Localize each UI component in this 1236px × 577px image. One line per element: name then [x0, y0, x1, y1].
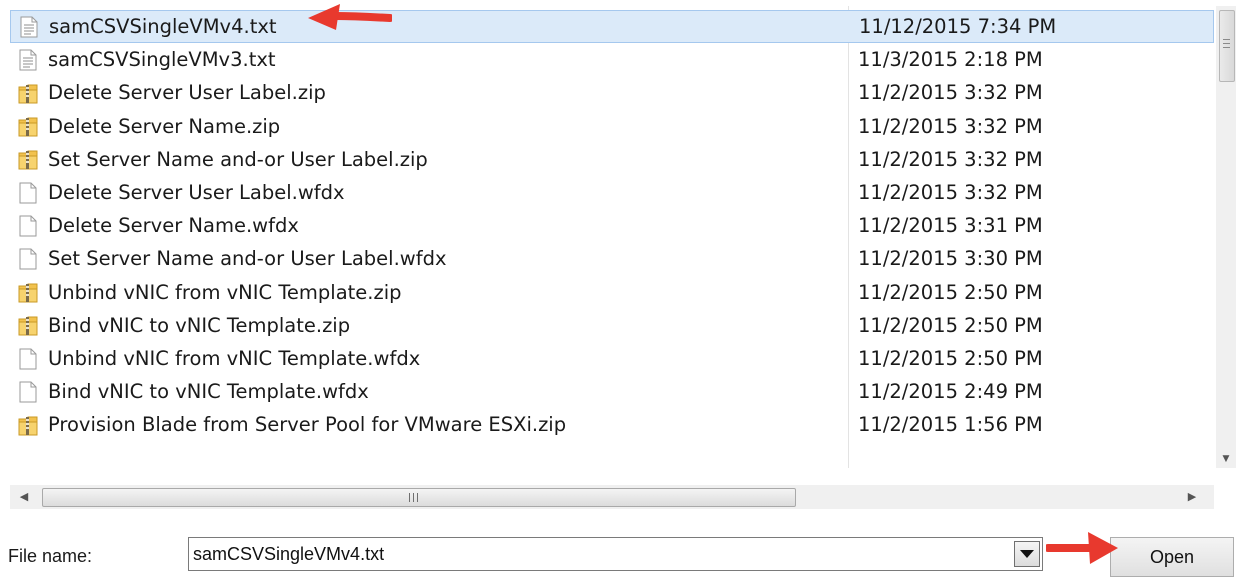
file-date: 11/2/2015 2:50 PM: [858, 313, 1043, 337]
file-row[interactable]: Unbind vNIC from vNIC Template.zip 11/2/2…: [10, 276, 1214, 309]
file-name: Delete Server User Label.wfdx: [48, 181, 345, 204]
zip-folder-icon: [18, 281, 38, 303]
text-file-icon: [18, 49, 38, 71]
file-row[interactable]: Bind vNIC to vNIC Template.wfdx 11/2/2015…: [10, 375, 1214, 408]
file-name-cell: Delete Server User Label.wfdx: [18, 176, 345, 209]
blank-file-icon: [18, 381, 38, 403]
filename-dropdown-button[interactable]: [1014, 541, 1040, 567]
file-date: 11/2/2015 3:32 PM: [858, 147, 1043, 171]
blank-file-icon: [18, 215, 38, 237]
vertical-scroll-thumb[interactable]: [1219, 10, 1235, 82]
zip-folder-icon: [18, 414, 38, 436]
file-name: samCSVSingleVMv4.txt: [49, 15, 277, 38]
file-name-cell: Delete Server User Label.zip: [18, 76, 326, 109]
file-name: Unbind vNIC from vNIC Template.zip: [48, 280, 402, 304]
file-name-cell: Delete Server Name.wfdx: [18, 209, 299, 242]
file-name-cell: Bind vNIC to vNIC Template.wfdx: [18, 375, 369, 408]
file-row[interactable]: Set Server Name and-or User Label.wfdx 11…: [10, 242, 1214, 275]
blank-file-icon: [18, 248, 38, 270]
file-date: 11/2/2015 1:56 PM: [858, 413, 1043, 437]
file-row[interactable]: Delete Server Name.wfdx 11/2/2015 3:31 PM: [10, 209, 1214, 242]
file-name: Bind vNIC to vNIC Template.wfdx: [48, 380, 369, 404]
file-date: 11/3/2015 2:18 PM: [858, 48, 1043, 72]
file-list: samCSVSingleVMv4.txt 11/12/2015 7:34 PM sa…: [10, 6, 1214, 468]
file-name-cell: Unbind vNIC from vNIC Template.zip: [18, 276, 402, 309]
file-name: Delete Server Name.zip: [48, 114, 281, 138]
file-name-cell: Set Server Name and-or User Label.wfdx: [18, 242, 447, 275]
chevron-down-icon: [1020, 550, 1034, 558]
file-name: Bind vNIC to vNIC Template.zip: [48, 313, 351, 337]
file-name: Provision Blade from Server Pool for VMw…: [48, 413, 567, 437]
file-date: 11/2/2015 3:30 PM: [858, 247, 1043, 271]
scroll-left-arrow-icon[interactable]: ◀: [12, 485, 36, 509]
file-name-cell: samCSVSingleVMv3.txt: [18, 43, 276, 76]
file-date: 11/2/2015 3:32 PM: [858, 114, 1043, 138]
file-row[interactable]: Delete Server User Label.zip 11/2/2015 3:…: [10, 76, 1214, 109]
file-date: 11/2/2015 3:32 PM: [858, 81, 1043, 105]
file-name: Set Server Name and-or User Label.zip: [48, 147, 428, 171]
filename-label: File name:: [8, 546, 93, 566]
blank-file-icon: [18, 182, 38, 204]
file-name: Delete Server User Label.zip: [48, 81, 326, 105]
file-name: Unbind vNIC from vNIC Template.wfdx: [48, 347, 421, 370]
open-button[interactable]: Open: [1110, 537, 1234, 577]
file-name: samCSVSingleVMv3.txt: [48, 48, 276, 72]
file-date: 11/12/2015 7:34 PM: [859, 15, 1057, 38]
file-row[interactable]: Delete Server Name.zip 11/2/2015 3:32 PM: [10, 110, 1214, 143]
zip-folder-icon: [18, 82, 38, 104]
zip-folder-icon: [18, 148, 38, 170]
red-arrow-icon: [308, 4, 392, 30]
file-row[interactable]: Unbind vNIC from vNIC Template.wfdx 11/2/…: [10, 342, 1214, 375]
zip-folder-icon: [18, 314, 38, 336]
file-name-cell: Delete Server Name.zip: [18, 110, 280, 143]
file-name-cell: Unbind vNIC from vNIC Template.wfdx: [18, 342, 420, 375]
red-arrow-icon: [1046, 532, 1118, 564]
file-row[interactable]: Provision Blade from Server Pool for VMw…: [10, 408, 1214, 441]
filename-input[interactable]: [193, 541, 999, 567]
file-row[interactable]: Bind vNIC to vNIC Template.zip 11/2/2015 …: [10, 309, 1214, 342]
scroll-right-arrow-icon[interactable]: ▶: [1180, 485, 1204, 509]
file-name-cell: Bind vNIC to vNIC Template.zip: [18, 309, 350, 342]
file-date: 11/2/2015 2:49 PM: [858, 380, 1043, 404]
file-date: 11/2/2015 3:32 PM: [858, 181, 1043, 204]
scroll-down-arrow-icon[interactable]: ▼: [1216, 452, 1236, 466]
vertical-scrollbar[interactable]: ▼: [1216, 6, 1236, 468]
file-row[interactable]: Set Server Name and-or User Label.zip 11/…: [10, 143, 1214, 176]
zip-folder-icon: [18, 115, 38, 137]
blank-file-icon: [18, 348, 38, 370]
file-date: 11/2/2015 2:50 PM: [858, 347, 1043, 370]
text-file-icon: [19, 16, 39, 38]
file-date: 11/2/2015 3:31 PM: [858, 214, 1043, 238]
horizontal-scroll-thumb[interactable]: [42, 488, 796, 507]
file-name-cell: samCSVSingleVMv4.txt: [19, 11, 277, 42]
file-name-cell: Set Server Name and-or User Label.zip: [18, 143, 428, 176]
filename-combobox[interactable]: [188, 537, 1043, 571]
file-name: Set Server Name and-or User Label.wfdx: [48, 247, 447, 271]
file-name: Delete Server Name.wfdx: [48, 214, 299, 238]
horizontal-scrollbar[interactable]: ◀ ▶: [10, 485, 1214, 509]
file-row[interactable]: samCSVSingleVMv3.txt 11/3/2015 2:18 PM: [10, 43, 1214, 76]
file-name-cell: Provision Blade from Server Pool for VMw…: [18, 408, 566, 441]
file-row[interactable]: samCSVSingleVMv4.txt 11/12/2015 7:34 PM: [10, 10, 1214, 43]
file-date: 11/2/2015 2:50 PM: [858, 280, 1043, 304]
file-row[interactable]: Delete Server User Label.wfdx 11/2/2015 3…: [10, 176, 1214, 209]
